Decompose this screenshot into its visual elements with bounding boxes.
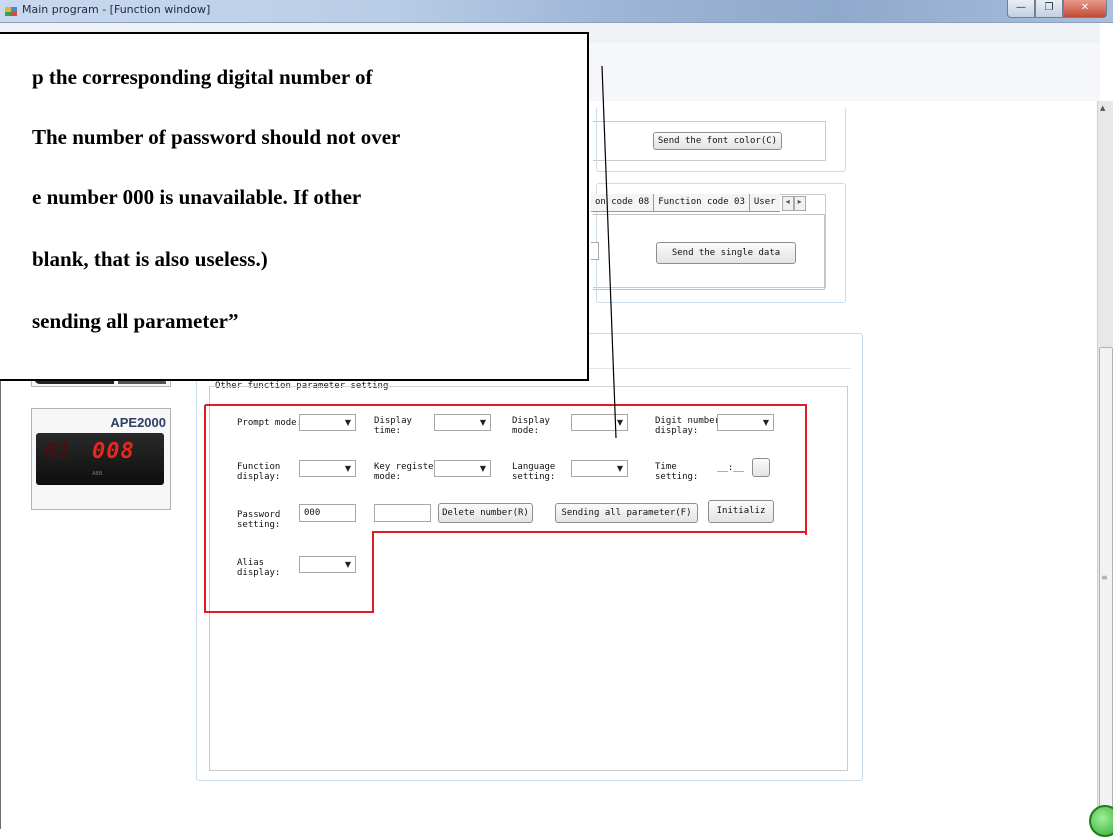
annotation-callout: p the corresponding digital number of Th… bbox=[0, 32, 589, 381]
digit-number-display-combo[interactable]: ▼ bbox=[717, 414, 774, 431]
single-data-input[interactable] bbox=[591, 242, 599, 260]
alias-display-combo[interactable]: ▼ bbox=[299, 556, 356, 573]
chevron-down-icon: ▼ bbox=[479, 418, 486, 427]
minimize-button[interactable]: — bbox=[1007, 0, 1035, 18]
window-titlebar: Main program - [Function window] — ❐ ✕ bbox=[0, 0, 1113, 23]
password-input[interactable]: 000 bbox=[299, 504, 356, 522]
chevron-down-icon: ▼ bbox=[479, 464, 486, 473]
device-model-label: APE2000 bbox=[110, 415, 166, 430]
chevron-down-icon: ▼ bbox=[344, 464, 351, 473]
function-display-combo[interactable]: ▼ bbox=[299, 460, 356, 477]
chevron-down-icon: ▼ bbox=[616, 464, 623, 473]
password-setting-label: Password setting: bbox=[237, 510, 281, 530]
tab-function-code-03[interactable]: Function code 03 bbox=[653, 194, 750, 212]
display-time-label: Display time: bbox=[374, 416, 412, 436]
send-single-data-button[interactable]: Send the single data bbox=[656, 242, 796, 264]
restore-button[interactable]: ❐ bbox=[1035, 0, 1063, 18]
led-display-queue: 01 bbox=[44, 439, 71, 464]
function-code-tabs: on code 08 Function code 03 User ◂ ▸ bbox=[591, 194, 806, 212]
chevron-down-icon: ▼ bbox=[616, 418, 623, 427]
display-time-combo[interactable]: ▼ bbox=[434, 414, 491, 431]
alias-display-label: Alias display: bbox=[237, 558, 281, 578]
language-setting-label: Language setting: bbox=[512, 462, 556, 482]
scrollbar-grip-icon: ≡ bbox=[1101, 573, 1108, 582]
status-orb-icon bbox=[1089, 805, 1113, 837]
time-setting-input[interactable]: __:__ bbox=[715, 460, 749, 478]
chevron-down-icon: ▼ bbox=[344, 560, 351, 569]
sending-all-parameter-button[interactable]: Sending all parameter(F) bbox=[555, 503, 698, 523]
language-setting-combo[interactable]: ▼ bbox=[571, 460, 628, 477]
other-function-groupbox bbox=[209, 386, 848, 771]
callout-line-5: sending all parameter” bbox=[32, 309, 239, 333]
tab-function-code-08[interactable]: on code 08 bbox=[591, 194, 654, 212]
scrollbar-thumb[interactable] bbox=[1099, 347, 1113, 829]
font-color-card: Send the font color(C) bbox=[593, 107, 846, 172]
initialize-button[interactable]: Initializ bbox=[708, 500, 774, 523]
tab-user[interactable]: User bbox=[749, 194, 780, 212]
device-card-ape2000[interactable]: APE2000 01 008 ABB bbox=[31, 408, 171, 510]
display-mode-label: Display mode: bbox=[512, 416, 550, 436]
callout-line-2: The number of password should not over bbox=[32, 125, 401, 149]
send-font-color-button[interactable]: Send the font color(C) bbox=[653, 132, 782, 150]
other-function-card: Other function parameter setting Prompt … bbox=[196, 333, 863, 781]
delete-number-input[interactable] bbox=[374, 504, 431, 522]
time-setting-label: Time setting: bbox=[655, 462, 699, 482]
vertical-scrollbar[interactable]: ▲ ≡ bbox=[1089, 101, 1113, 837]
prompt-mode-combo[interactable]: ▼ bbox=[299, 414, 356, 431]
chevron-down-icon: ▼ bbox=[762, 418, 769, 427]
callout-line-4: blank, that is also useless.) bbox=[32, 247, 268, 271]
tab-scroll-left-button[interactable]: ◂ bbox=[781, 196, 794, 211]
led-display-brand: ABB bbox=[92, 471, 103, 477]
window-title: Main program - [Function window] bbox=[22, 3, 211, 16]
digit-number-display-label: Digit number display: bbox=[655, 416, 721, 436]
key-register-mode-label: Key register mode: bbox=[374, 462, 440, 482]
led-display-number: 008 bbox=[92, 439, 135, 464]
function-display-label: Function display: bbox=[237, 462, 281, 482]
callout-line-3: e number 000 is unavailable. If other bbox=[32, 185, 362, 209]
key-register-mode-combo[interactable]: ▼ bbox=[434, 460, 491, 477]
led-display-image: 01 008 ABB bbox=[36, 433, 164, 485]
close-button[interactable]: ✕ bbox=[1063, 0, 1107, 18]
display-mode-combo[interactable]: ▼ bbox=[571, 414, 628, 431]
scroll-up-arrow-icon[interactable]: ▲ bbox=[1100, 104, 1105, 112]
single-data-card: on code 08 Function code 03 User ◂ ▸ Sen… bbox=[591, 183, 846, 303]
app-icon bbox=[5, 7, 17, 16]
callout-line-1: p the corresponding digital number of bbox=[32, 65, 373, 89]
tab-scroll-right-button[interactable]: ▸ bbox=[793, 196, 806, 211]
time-picker-button[interactable] bbox=[752, 458, 770, 477]
delete-number-button[interactable]: Delete number(R) bbox=[438, 503, 533, 523]
prompt-mode-label: Prompt mode: bbox=[237, 418, 303, 428]
chevron-down-icon: ▼ bbox=[344, 418, 351, 427]
